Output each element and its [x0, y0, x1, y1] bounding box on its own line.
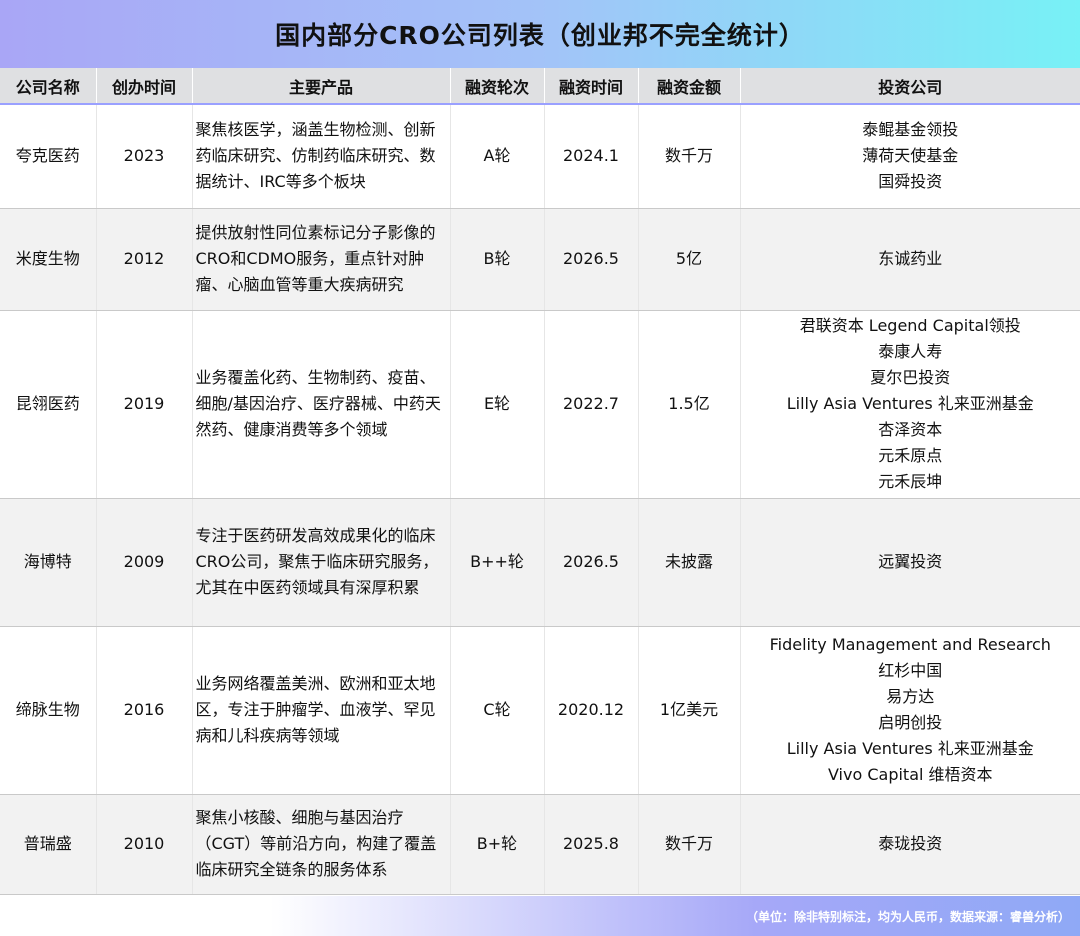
investor: 泰康人寿 [878, 342, 943, 361]
investor: Vivo Capital 维梧资本 [827, 765, 993, 784]
investor: Lilly Asia Ventures 礼来亚洲基金 [786, 394, 1034, 413]
header-investors: 投资公司 [740, 68, 1080, 105]
funding-round: B轮 [450, 208, 545, 311]
funding-round: C轮 [450, 626, 545, 795]
source-note: （单位：除非特别标注，均为人民币，数据来源：睿兽分析） [745, 909, 1070, 924]
funding-round: B+轮 [450, 794, 545, 895]
founded-year: 2009 [96, 498, 193, 627]
company-name: 普瑞盛 [0, 794, 97, 895]
main-product: 业务网络覆盖美洲、欧洲和亚太地区，专注于肿瘤学、血液学、罕见病和儿科疾病等领域 [192, 626, 451, 795]
funding-date: 2026.5 [544, 208, 639, 311]
title-bar: 国内部分CRO公司列表（创业邦不完全统计） [0, 0, 1080, 68]
funding-amount: 5亿 [638, 208, 741, 311]
investor: 薄荷天使基金 [862, 146, 959, 166]
main-product: 聚焦小核酸、细胞与基因治疗（CGT）等前沿方向，构建了覆盖临床研究全链条的服务体… [192, 794, 451, 895]
investor: 君联资本 Legend Capital领投 [799, 316, 1021, 335]
funding-date: 2022.7 [544, 310, 639, 499]
header-round: 融资轮次 [450, 68, 545, 105]
main-product: 提供放射性同位素标记分子影像的CRO和CDMO服务，重点针对肿瘤、心脑血管等重大… [192, 208, 451, 311]
founded-year: 2023 [96, 104, 193, 209]
header-date: 融资时间 [544, 68, 639, 105]
funding-amount: 未披露 [638, 498, 741, 627]
investor: 红杉中国 [878, 661, 943, 680]
funding-date: 2024.1 [544, 104, 639, 209]
investors-cell: 君联资本 Legend Capital领投 泰康人寿 夏尔巴投资 Lilly A… [740, 310, 1080, 499]
investor: 启明创投 [878, 713, 943, 732]
investor: 国舜投资 [878, 172, 943, 192]
funding-amount: 数千万 [638, 104, 741, 209]
page-title: 国内部分CRO公司列表（创业邦不完全统计） [275, 21, 805, 50]
company-name: 昆翎医药 [0, 310, 97, 499]
header-founded: 创办时间 [96, 68, 193, 105]
investors-cell: 东诚药业 [740, 208, 1080, 311]
company-name: 米度生物 [0, 208, 97, 311]
investor: 泰鲲基金领投 [862, 120, 959, 140]
main-product: 专注于医药研发高效成果化的临床CRO公司，聚焦于临床研究服务，尤其在中医药领域具… [192, 498, 451, 627]
company-name: 缔脉生物 [0, 626, 97, 795]
investor: 泰珑投资 [878, 834, 943, 853]
table-row: 缔脉生物 2016 业务网络覆盖美洲、欧洲和亚太地区，专注于肿瘤学、血液学、罕见… [0, 626, 1080, 795]
cro-table: 公司名称 创办时间 主要产品 融资轮次 融资时间 融资金额 投资公司 夸克医药 … [0, 68, 1080, 895]
investors-cell: 远翼投资 [740, 498, 1080, 627]
footer-bar: （单位：除非特别标注，均为人民币，数据来源：睿兽分析） [0, 896, 1080, 936]
investor: Lilly Asia Ventures 礼来亚洲基金 [786, 739, 1034, 758]
funding-date: 2020.12 [544, 626, 639, 795]
table-row: 海博特 2009 专注于医药研发高效成果化的临床CRO公司，聚焦于临床研究服务，… [0, 498, 1080, 627]
founded-year: 2019 [96, 310, 193, 499]
investor: 东诚药业 [878, 249, 943, 268]
investor: 易方达 [886, 687, 935, 706]
table-row: 米度生物 2012 提供放射性同位素标记分子影像的CRO和CDMO服务，重点针对… [0, 208, 1080, 311]
header-amount: 融资金额 [638, 68, 741, 105]
investor: 杏泽资本 [878, 420, 943, 439]
table-row: 普瑞盛 2010 聚焦小核酸、细胞与基因治疗（CGT）等前沿方向，构建了覆盖临床… [0, 794, 1080, 895]
table-row: 夸克医药 2023 聚焦核医学，涵盖生物检测、创新药临床研究、仿制药临床研究、数… [0, 104, 1080, 209]
investor: 远翼投资 [878, 552, 943, 571]
founded-year: 2012 [96, 208, 193, 311]
table-header-row: 公司名称 创办时间 主要产品 融资轮次 融资时间 融资金额 投资公司 [0, 68, 1080, 105]
funding-amount: 1.5亿 [638, 310, 741, 499]
founded-year: 2016 [96, 626, 193, 795]
main-product: 业务覆盖化药、生物制药、疫苗、细胞/基因治疗、医疗器械、中药天然药、健康消费等多… [192, 310, 451, 499]
investor: 夏尔巴投资 [870, 368, 951, 387]
investor: 元禾辰坤 [878, 472, 943, 491]
company-name: 夸克医药 [0, 104, 97, 209]
investor: 元禾原点 [878, 446, 943, 465]
investor: Fidelity Management and Research [769, 635, 1051, 654]
header-company: 公司名称 [0, 68, 97, 105]
company-name: 海博特 [0, 498, 97, 627]
investors-cell: 泰鲲基金领投 薄荷天使基金 国舜投资 [740, 104, 1080, 209]
funding-round: A轮 [450, 104, 545, 209]
main-product: 聚焦核医学，涵盖生物检测、创新药临床研究、仿制药临床研究、数据统计、IRC等多个… [192, 104, 451, 209]
funding-amount: 1亿美元 [638, 626, 741, 795]
funding-amount: 数千万 [638, 794, 741, 895]
funding-date: 2025.8 [544, 794, 639, 895]
investors-cell: 泰珑投资 [740, 794, 1080, 895]
table-row: 昆翎医药 2019 业务覆盖化药、生物制药、疫苗、细胞/基因治疗、医疗器械、中药… [0, 310, 1080, 499]
funding-round: E轮 [450, 310, 545, 499]
header-product: 主要产品 [192, 68, 451, 105]
founded-year: 2010 [96, 794, 193, 895]
funding-date: 2026.5 [544, 498, 639, 627]
funding-round: B++轮 [450, 498, 545, 627]
investors-cell: Fidelity Management and Research 红杉中国 易方… [740, 626, 1080, 795]
